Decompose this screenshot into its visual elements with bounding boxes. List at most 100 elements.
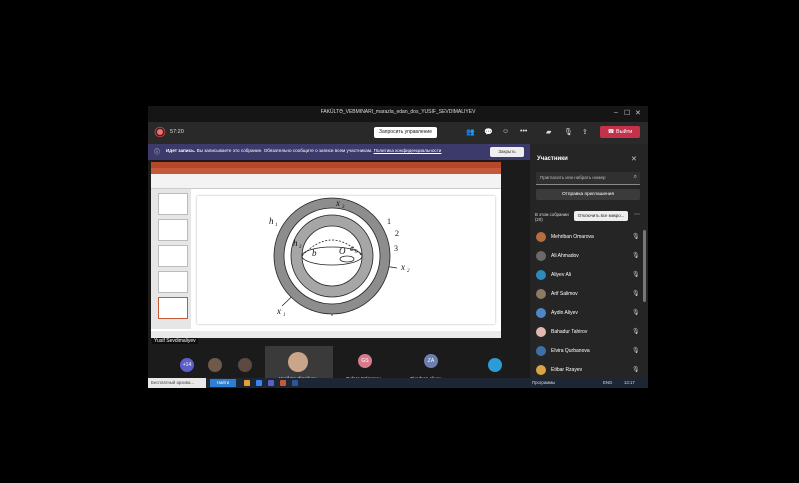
share-tray-icon[interactable]: ⇪ — [582, 128, 588, 136]
slide-thumbnail — [158, 245, 188, 267]
torus-hole — [301, 225, 363, 287]
svg-text:2: 2 — [395, 229, 399, 238]
participant-name: Aliyev Ali — [551, 272, 572, 278]
privacy-link[interactable]: Политика конфиденциальности — [374, 148, 442, 153]
meeting-timer: 57:20 — [170, 129, 184, 135]
muted-mic-icon: 🎙 — [632, 291, 640, 297]
svg-text:e: e — [350, 243, 354, 253]
participant-count: (20) — [535, 217, 543, 222]
taskbar-find-button[interactable]: Найти — [210, 379, 236, 387]
invite-input[interactable]: Пригласить или набрать номер ⌕ — [536, 172, 640, 185]
initials-avatar: GS — [358, 354, 372, 368]
participant-row[interactable]: Arif Salimov 🎙 — [536, 287, 640, 302]
taskbar-search[interactable]: Бесплатный архива... — [148, 378, 206, 388]
banner-text: Идет запись. Вы записываете это собрание… — [166, 148, 441, 153]
tray-programs[interactable]: Программы — [532, 380, 555, 385]
search-icon: ⌕ — [633, 174, 637, 180]
teams-window: FAKÜLTƏ_VEBMINARI_marazla_edan_dos_YUSIF… — [148, 106, 648, 388]
participant-avatar — [238, 358, 252, 372]
scrollbar[interactable] — [643, 230, 646, 302]
banner-bold: Идет запись. — [166, 148, 196, 153]
participant-avatar — [488, 358, 502, 372]
muted-mic-icon: 🎙 — [632, 272, 640, 278]
more-actions-icon[interactable]: ••• — [520, 128, 527, 135]
slide-thumbnail — [158, 219, 188, 241]
shared-screen: x3 x2 x1 h1 h3 b O e0 1 2 3 — [151, 162, 501, 338]
more-options-icon[interactable]: ⋯ — [634, 211, 640, 218]
svg-text:2: 2 — [407, 269, 410, 274]
participant-name: Arif Salimov — [551, 291, 578, 297]
participant-row[interactable]: Ali Ahmadov 🎙 — [536, 249, 640, 264]
recording-banner: ⓘ Идет запись. Вы записываете это собран… — [148, 144, 530, 160]
banner-message: Вы записываете это собрание. Обязательно… — [196, 148, 373, 153]
svg-text:x: x — [276, 306, 281, 316]
participant-row[interactable]: Aliyev Ali 🎙 — [536, 268, 640, 283]
reactions-icon[interactable]: ☺ — [502, 128, 509, 135]
muted-mic-icon: 🎙 — [632, 329, 640, 335]
leave-label: Выйти — [616, 129, 633, 135]
mic-icon[interactable]: 🎙 — [564, 128, 573, 136]
language-indicator: ENG — [603, 380, 613, 385]
participant-name: Aydin Aliyev — [551, 310, 578, 316]
participant-name: Mehriban Omarova — [551, 234, 594, 240]
meeting-stage: x3 x2 x1 h1 h3 b O e0 1 2 3 Yusif Sevdim… — [148, 160, 530, 388]
participant-row[interactable]: Etibar Rzayev 🎙 — [536, 363, 640, 378]
svg-text:1: 1 — [275, 223, 278, 228]
ppt-status-bar — [151, 331, 501, 338]
invite-placeholder: Пригласить или набрать номер — [540, 175, 606, 180]
maximize-button[interactable]: ☐ — [624, 109, 630, 117]
participant-name: Elvira Qurbanova — [551, 348, 590, 354]
muted-mic-icon: 🎙 — [632, 348, 640, 354]
camera-icon[interactable]: ▰ — [546, 128, 551, 136]
close-panel-icon[interactable]: ✕ — [631, 155, 637, 163]
participant-name: Ali Ahmadov — [551, 253, 579, 259]
leave-button[interactable]: ☎ Выйти — [600, 126, 640, 138]
clock: 13:17 — [624, 380, 635, 385]
teams-icon[interactable] — [268, 380, 274, 386]
participant-avatar — [536, 346, 546, 356]
current-slide: x3 x2 x1 h1 h3 b O e0 1 2 3 — [197, 196, 495, 324]
participants-icon[interactable]: 👥 — [466, 128, 475, 136]
participant-avatar — [536, 289, 546, 299]
muted-mic-icon: 🎙 — [632, 234, 640, 240]
svg-text:3: 3 — [394, 244, 398, 253]
participant-avatar — [536, 232, 546, 242]
svg-text:O: O — [339, 246, 346, 256]
panel-title: Участники — [537, 156, 568, 162]
participant-avatar — [536, 365, 546, 375]
participant-row[interactable]: Mehriban Omarova 🎙 — [536, 230, 640, 245]
send-invite-button[interactable]: Отправка приглашения — [536, 189, 640, 200]
overflow-count: +14 — [180, 358, 194, 372]
request-control-button[interactable]: Запросить управление — [374, 127, 437, 138]
word-icon[interactable] — [292, 380, 298, 386]
muted-mic-icon: 🎙 — [632, 367, 640, 373]
initials-avatar: ZA — [424, 354, 438, 368]
chat-icon[interactable]: 💬 — [484, 128, 493, 136]
send-invite-label: Отправка приглашения — [561, 192, 615, 197]
participant-avatar — [536, 270, 546, 280]
mute-all-button[interactable]: Отключить все микро... — [574, 211, 628, 221]
participant-avatar — [208, 358, 222, 372]
close-button[interactable]: ✕ — [635, 109, 641, 117]
torus-diagram: x3 x2 x1 h1 h3 b O e0 1 2 3 — [269, 197, 410, 318]
windows-taskbar: Бесплатный архива... Найти Программы ENG… — [148, 378, 648, 388]
svg-text:h: h — [269, 216, 274, 226]
participant-row[interactable]: Bahadur Tahirov 🎙 — [536, 325, 640, 340]
ppt-ribbon — [151, 174, 501, 189]
title-bar: FAKÜLTƏ_VEBMINARI_marazla_edan_dos_YUSIF… — [148, 106, 648, 122]
minimize-button[interactable]: – — [614, 109, 618, 116]
slide-thumbnail — [158, 271, 188, 293]
meeting-toolbar: 57:20 Запросить управление 👥 💬 ☺ ••• ▰ 🎙… — [148, 122, 648, 144]
window-title: FAKÜLTƏ_VEBMINARI_marazla_edan_dos_YUSIF… — [320, 109, 476, 115]
close-banner-button[interactable]: Закрыть — [490, 147, 524, 157]
participant-row[interactable]: Aydin Aliyev 🎙 — [536, 306, 640, 321]
participant-row[interactable]: Elvira Qurbanova 🎙 — [536, 344, 640, 359]
recording-icon — [157, 129, 163, 135]
folder-icon[interactable] — [244, 380, 250, 386]
svg-text:1: 1 — [387, 217, 391, 226]
muted-mic-icon: 🎙 — [632, 310, 640, 316]
hangup-icon: ☎ — [607, 129, 615, 135]
svg-text:x: x — [335, 198, 340, 208]
browser-icon[interactable] — [256, 380, 262, 386]
powerpoint-icon[interactable] — [280, 380, 286, 386]
